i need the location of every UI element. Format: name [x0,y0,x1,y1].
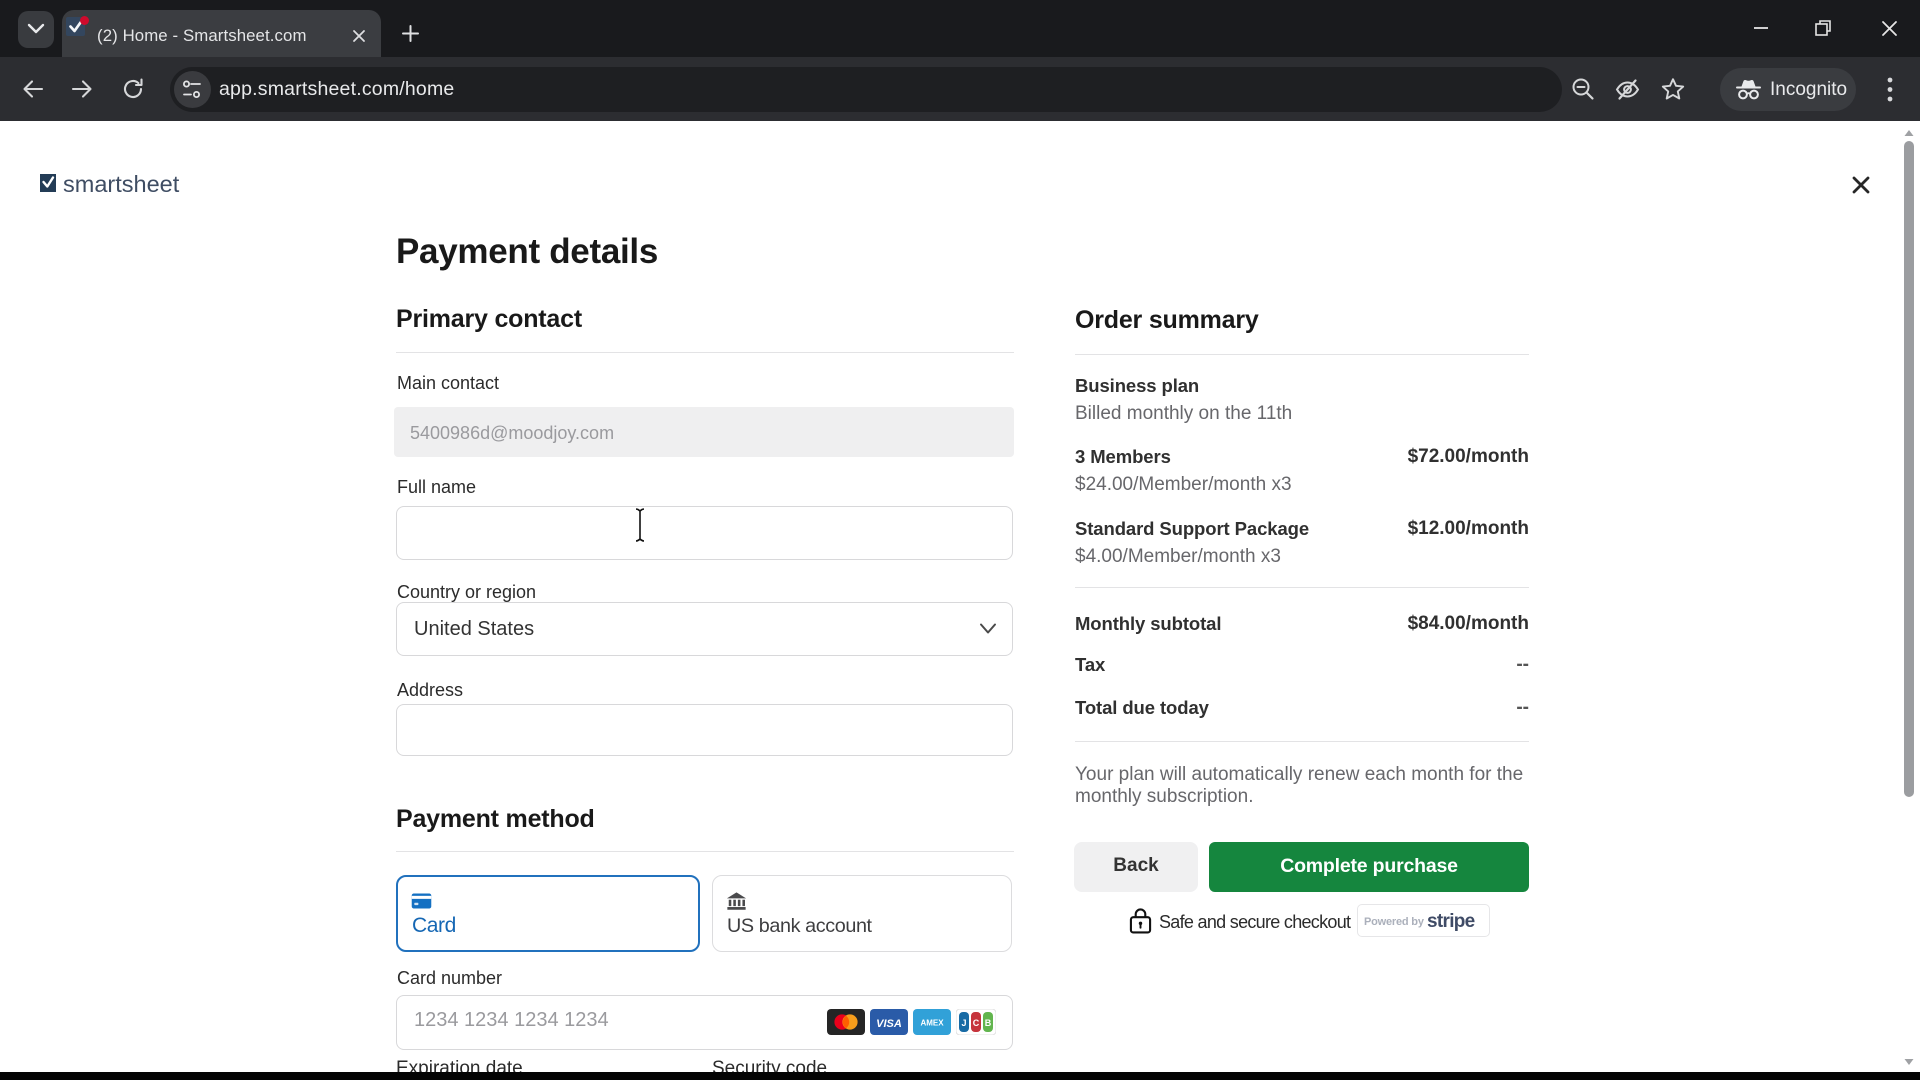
svg-text:B: B [985,1018,992,1028]
svg-text:J: J [961,1018,966,1028]
svg-text:C: C [973,1018,980,1028]
svg-text:VISA: VISA [876,1018,902,1030]
svg-text:AMEX: AMEX [920,1019,944,1028]
